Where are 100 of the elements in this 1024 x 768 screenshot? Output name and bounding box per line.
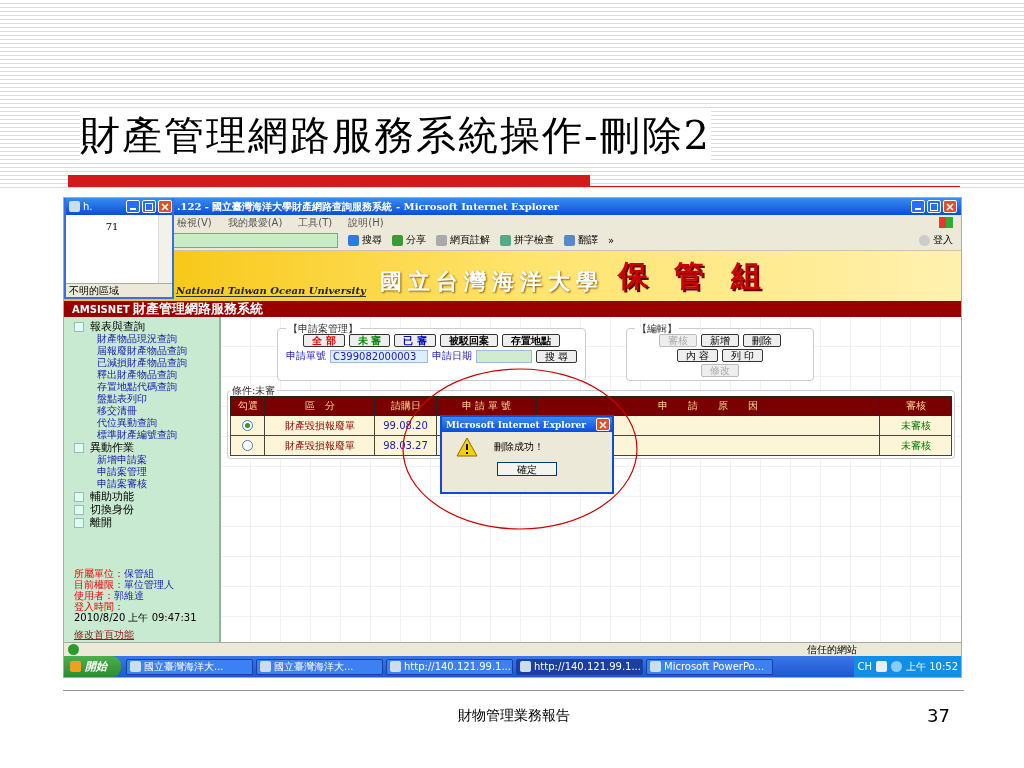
address-field[interactable] — [171, 232, 338, 248]
slide-title: 財產管理網路服務系統操作-刪除2 — [80, 108, 711, 163]
filter-button[interactable]: 全 部 — [303, 334, 345, 347]
radio-button[interactable] — [242, 440, 253, 452]
maximize-icon — [930, 202, 938, 211]
menu-link[interactable]: 釋出財產物品查詢 — [74, 369, 219, 381]
toolbar-button[interactable]: 網頁註解 — [436, 233, 490, 247]
toolbar-button[interactable]: 翻譯 — [564, 233, 598, 247]
menu-link[interactable]: 新增申請案 — [74, 454, 219, 466]
toolbar-button[interactable]: 分享 — [392, 233, 426, 247]
menu-item[interactable]: 說明(H) — [348, 215, 384, 230]
taskbar-button[interactable]: 國立臺灣海洋大... — [126, 658, 253, 675]
filter-button[interactable]: 未 審 — [348, 334, 391, 347]
ok-button[interactable]: 確定 — [497, 462, 557, 476]
toolbar-icon — [500, 234, 511, 246]
menu-link[interactable]: 標準財產編號查詢 — [74, 429, 219, 441]
warning-icon — [456, 437, 478, 457]
taskbar-button[interactable]: Microsoft PowerPo... — [646, 658, 773, 675]
edit-button[interactable]: 列 印 — [722, 349, 764, 362]
edit-button[interactable]: 新增 — [701, 334, 740, 347]
menu-item[interactable]: 工具(T) — [298, 215, 333, 230]
toolbar-icon — [564, 234, 575, 246]
menu-item[interactable]: 我的最愛(A) — [227, 215, 283, 230]
toolbar-button[interactable]: 拼字檢查 — [500, 233, 554, 247]
taskbar-button[interactable]: http://140.121.99.1... — [386, 658, 513, 675]
search-button[interactable]: 搜 尋 — [536, 349, 578, 363]
radio-button[interactable] — [242, 420, 253, 432]
toolbar-button[interactable]: 搜尋 — [348, 233, 382, 247]
square-bullet-icon — [74, 491, 84, 502]
user-info: 所屬單位：保管組 — [74, 568, 155, 579]
taskbar-button[interactable]: http://140.121.99.1... — [516, 658, 643, 675]
square-bullet-icon — [74, 504, 84, 515]
app-icon — [650, 661, 661, 672]
close-icon — [599, 420, 607, 429]
settings-link[interactable]: 修改首頁功能 — [74, 629, 219, 640]
user-info: 使用者：郭維達 — [74, 590, 145, 601]
zone-status: 信任的網站 — [807, 642, 857, 657]
app-icon — [130, 661, 141, 672]
condition-label: 條件:未審 — [231, 385, 277, 396]
menu-link[interactable]: 已減損財產物品查詢 — [74, 357, 219, 369]
university-english-name: National Taiwan Ocean University — [176, 285, 366, 297]
square-bullet-icon — [74, 442, 84, 453]
menu-link[interactable]: 申請案審核 — [74, 478, 219, 490]
small-window-title: h. — [83, 201, 93, 212]
close-button[interactable] — [596, 418, 610, 431]
column-header: 申 請 原 因 — [536, 396, 880, 416]
app-code: AMSISNET — [72, 303, 130, 315]
field-label: 申請日期 — [432, 349, 472, 363]
menu-group[interactable]: 離開 — [90, 516, 112, 529]
filter-button[interactable]: 被駁回案 — [439, 334, 498, 347]
toolbar-button[interactable]: 登入 — [919, 233, 953, 247]
menu-group[interactable]: 報表與查詢 — [90, 320, 145, 333]
maximize-icon — [145, 202, 153, 211]
toolbar-button[interactable]: » — [608, 234, 615, 246]
dialog-title: Microsoft Internet Explorer — [446, 419, 586, 430]
close-icon — [946, 202, 954, 211]
app-icon — [69, 201, 80, 212]
toolbar-icon — [392, 234, 403, 246]
menu-link[interactable]: 盤點表列印 — [74, 393, 219, 405]
user-info: 目前權限：單位管理人 — [74, 579, 175, 590]
filter-button[interactable]: 存置地點 — [501, 334, 560, 347]
menu-group[interactable]: 輔助功能 — [90, 490, 134, 503]
menu-item[interactable]: 檢視(V) — [177, 215, 212, 230]
menu-link[interactable]: 存置地點代碼查詢 — [74, 381, 219, 393]
small-window-status: 不明的區域 — [66, 283, 172, 297]
panel-legend: 【編輯】 — [635, 323, 680, 334]
app-icon — [520, 661, 531, 672]
menu-link[interactable]: 財產物品現況查詢 — [74, 333, 219, 345]
filter-button[interactable]: 已 審 — [394, 334, 436, 347]
menu-link[interactable]: 屆報廢財產物品查詢 — [74, 345, 219, 357]
toolbar-icon — [919, 234, 930, 246]
close-button[interactable] — [943, 200, 957, 213]
taskbar-button[interactable]: 國立臺灣海洋大... — [256, 658, 383, 675]
menu-link[interactable]: 申請案管理 — [74, 466, 219, 478]
date-field[interactable] — [476, 349, 532, 363]
column-header: 申 請 單 號 — [436, 396, 537, 416]
minimize-icon — [915, 208, 921, 210]
column-header: 勾選 — [230, 396, 265, 416]
menu-group[interactable]: 異動作業 — [90, 441, 134, 454]
column-header: 區 分 — [264, 396, 375, 416]
menu-group[interactable]: 切換身份 — [90, 503, 134, 516]
minimize-button[interactable] — [126, 200, 140, 213]
minimize-button[interactable] — [911, 200, 925, 213]
square-bullet-icon — [74, 321, 84, 332]
panel-legend: 【申請案管理】 — [286, 323, 360, 334]
field-label: 申請單號 — [286, 349, 326, 363]
scrollbar[interactable] — [158, 215, 172, 283]
maximize-button[interactable] — [142, 200, 156, 213]
edit-button[interactable]: 刪除 — [743, 334, 782, 347]
edit-button[interactable]: 內 容 — [677, 349, 719, 362]
slide-footer: 財物管理業務報告 — [457, 707, 570, 725]
menu-link[interactable]: 代位異動查詢 — [74, 417, 219, 429]
clock: 上午 10:52 — [906, 659, 958, 674]
number-field[interactable]: C399082000003 — [330, 349, 428, 363]
menu-link[interactable]: 移交清冊 — [74, 405, 219, 417]
dialog-message: 刪除成功！ — [494, 440, 544, 454]
maximize-button[interactable] — [927, 200, 941, 213]
login-time: 2010/8/20 上午 09:47:31 — [74, 612, 198, 623]
toolbar-icon — [348, 234, 359, 246]
close-button[interactable] — [158, 200, 172, 213]
